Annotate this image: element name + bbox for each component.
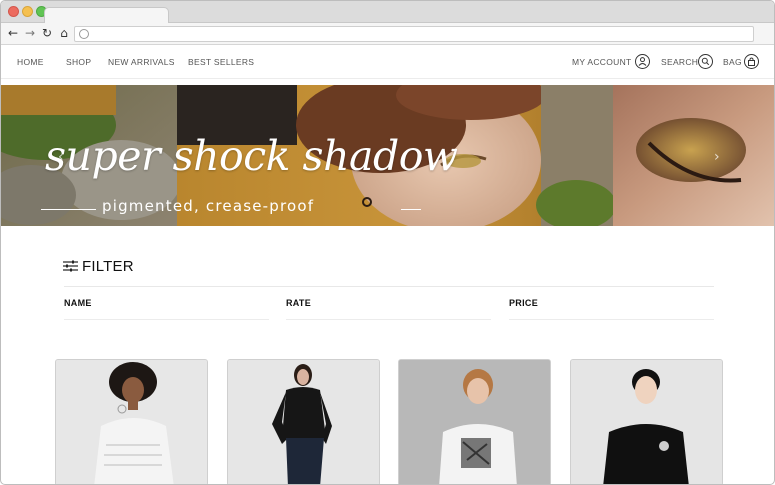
product-image bbox=[228, 360, 379, 484]
forward-arrow-icon[interactable]: → bbox=[23, 26, 37, 40]
browser-window: ← → ↻ ⌂ HOME SHOP NEW ARRIVALS BEST SELL… bbox=[0, 0, 775, 485]
hero-subtitle-rule-right bbox=[401, 209, 421, 210]
filter-price-header[interactable]: PRICE bbox=[509, 298, 538, 308]
next-slide-icon[interactable]: › bbox=[714, 149, 720, 165]
user-icon[interactable] bbox=[635, 54, 650, 69]
close-window-button[interactable] bbox=[8, 6, 19, 17]
filter-name-underline bbox=[64, 319, 269, 320]
product-image bbox=[56, 360, 207, 484]
search-icon[interactable] bbox=[698, 54, 713, 69]
bag-link[interactable]: BAG bbox=[723, 57, 742, 67]
product-image bbox=[399, 360, 550, 484]
filter-rate-header[interactable]: RATE bbox=[286, 298, 311, 308]
browser-titlebar bbox=[1, 1, 774, 24]
filter-price-underline bbox=[509, 319, 714, 320]
filter-rate-underline bbox=[286, 319, 491, 320]
product-card[interactable] bbox=[227, 359, 380, 484]
back-arrow-icon[interactable]: ← bbox=[6, 26, 20, 40]
product-image bbox=[571, 360, 722, 484]
globe-icon bbox=[79, 29, 89, 39]
product-card[interactable] bbox=[570, 359, 723, 484]
hero-subtitle: pigmented, crease-proof bbox=[102, 197, 315, 215]
nav-new-arrivals[interactable]: NEW ARRIVALS bbox=[108, 57, 175, 67]
filter-divider bbox=[64, 286, 714, 287]
my-account-link[interactable]: MY ACCOUNT bbox=[572, 57, 632, 67]
nav-shop[interactable]: SHOP bbox=[66, 57, 91, 67]
hero-title: super shock shadow bbox=[45, 132, 458, 180]
minimize-window-button[interactable] bbox=[22, 6, 33, 17]
reload-icon[interactable]: ↻ bbox=[40, 26, 54, 40]
hero-subtitle-rule-left bbox=[41, 209, 96, 210]
filter-name-header[interactable]: NAME bbox=[64, 298, 92, 308]
bag-icon[interactable] bbox=[744, 54, 759, 69]
browser-toolbar: ← → ↻ ⌂ bbox=[1, 23, 774, 45]
nav-best-sellers[interactable]: BEST SELLERS bbox=[188, 57, 254, 67]
address-bar[interactable] bbox=[74, 26, 754, 42]
nav-home[interactable]: HOME bbox=[17, 57, 44, 67]
search-link[interactable]: SEARCH bbox=[661, 57, 698, 67]
site-header: HOME SHOP NEW ARRIVALS BEST SELLERS MY A… bbox=[1, 46, 774, 79]
home-icon[interactable]: ⌂ bbox=[57, 26, 71, 40]
product-card[interactable] bbox=[55, 359, 208, 484]
product-card[interactable] bbox=[398, 359, 551, 484]
sliders-icon[interactable] bbox=[63, 259, 78, 273]
filter-title[interactable]: FILTER bbox=[82, 258, 134, 275]
browser-tab[interactable] bbox=[44, 7, 169, 24]
